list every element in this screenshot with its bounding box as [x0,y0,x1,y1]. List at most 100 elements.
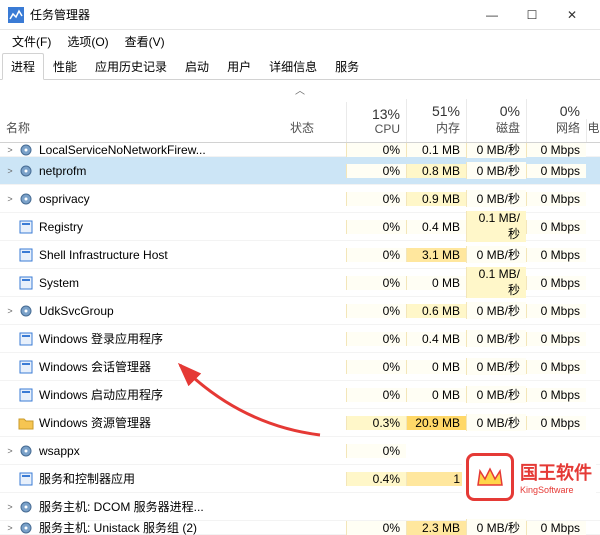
cpu-value: 0% [346,521,406,535]
cpu-value: 0% [346,276,406,290]
column-cpu[interactable]: 13% CPU [346,102,406,142]
table-row[interactable]: Windows 会话管理器0%0 MB0 MB/秒0 Mbps [0,353,600,381]
table-row[interactable]: >服务主机: Unistack 服务组 (2)0%2.3 MB0 MB/秒0 M… [0,521,600,535]
network-value: 0 Mbps [526,521,586,535]
expand-icon[interactable]: > [4,145,16,155]
process-icon [18,415,34,431]
memory-value: 20.9 MB [406,416,466,430]
table-row[interactable]: System0%0 MB0.1 MB/秒0 Mbps [0,269,600,297]
process-icon [18,443,34,459]
crown-icon [476,467,504,487]
tab-history[interactable]: 应用历史记录 [86,53,176,79]
disk-value: 0.1 MB/秒 [466,211,526,242]
table-row[interactable]: Windows 启动应用程序0%0 MB0 MB/秒0 Mbps [0,381,600,409]
column-header-row: 名称 状态 13% CPU 51% 内存 0% 磁盘 0% 网络 电 [0,99,600,143]
menu-options[interactable]: 选项(O) [63,31,112,52]
memory-label: 内存 [411,119,460,136]
process-name: 服务主机: DCOM 服务器进程... [39,498,204,515]
process-name: wsappx [39,444,80,458]
network-value: 0 Mbps [526,276,586,290]
process-name: Windows 启动应用程序 [39,386,163,403]
menubar: 文件(F) 选项(O) 查看(V) [0,30,600,52]
network-value: 0 Mbps [526,416,586,430]
window-title: 任务管理器 [30,6,472,23]
tab-processes[interactable]: 进程 [2,53,44,80]
process-name: Windows 会话管理器 [39,358,151,375]
column-memory[interactable]: 51% 内存 [406,99,466,142]
minimize-button[interactable]: — [472,1,512,29]
network-value: 0 Mbps [526,332,586,346]
disk-value: 0 MB/秒 [466,414,526,431]
process-name: 服务和控制器应用 [39,470,135,487]
watermark: 国王软件 KingSoftware [462,451,596,503]
network-value: 0 Mbps [526,304,586,318]
menu-file[interactable]: 文件(F) [8,31,55,52]
expand-icon[interactable]: > [4,194,16,204]
expand-icon[interactable]: > [4,306,16,316]
process-name: 服务主机: Unistack 服务组 (2) [39,519,197,535]
column-status[interactable]: 状态 [286,119,346,142]
memory-value: 0.6 MB [406,304,466,318]
disk-label: 磁盘 [471,119,520,136]
table-row[interactable]: Windows 登录应用程序0%0.4 MB0 MB/秒0 Mbps [0,325,600,353]
cpu-value: 0% [346,192,406,206]
process-icon [18,331,34,347]
network-value: 0 Mbps [526,192,586,206]
process-icon [18,275,34,291]
menu-view[interactable]: 查看(V) [121,31,169,52]
close-button[interactable]: ✕ [552,1,592,29]
tab-services[interactable]: 服务 [326,53,368,79]
tab-startup[interactable]: 启动 [176,53,218,79]
process-icon [18,191,34,207]
process-name: Registry [39,220,83,234]
memory-value: 0 MB [406,276,466,290]
process-name: Windows 登录应用程序 [39,330,163,347]
disk-value: 0 MB/秒 [466,143,526,158]
process-name: osprivacy [39,192,90,206]
table-row[interactable]: Windows 资源管理器0.3%20.9 MB0 MB/秒0 Mbps [0,409,600,437]
tab-performance[interactable]: 性能 [44,53,86,79]
expand-icon[interactable]: > [4,446,16,456]
expand-icon[interactable]: > [4,523,16,533]
process-icon [18,163,34,179]
memory-value: 1 [406,472,466,486]
process-icon [18,520,34,535]
process-icon [18,499,34,515]
tab-details[interactable]: 详细信息 [260,53,326,79]
cpu-value: 0% [346,360,406,374]
table-row[interactable]: >LocalServiceNoNetworkFirew...0%0.1 MB0 … [0,143,600,157]
disk-value: 0 MB/秒 [466,246,526,263]
column-disk[interactable]: 0% 磁盘 [466,99,526,142]
process-name: UdkSvcGroup [39,304,114,318]
disk-value: 0.1 MB/秒 [466,267,526,298]
disk-usage-pct: 0% [471,103,520,119]
tab-users[interactable]: 用户 [218,53,260,79]
watermark-text-cn: 国王软件 [520,459,592,485]
disk-value: 0 MB/秒 [466,190,526,207]
network-value: 0 Mbps [526,143,586,157]
expand-icon[interactable]: > [4,166,16,176]
titlebar: 任务管理器 — ☐ ✕ [0,0,600,30]
watermark-text-en: KingSoftware [520,485,574,495]
process-icon [18,471,34,487]
cpu-value: 0% [346,220,406,234]
column-name[interactable]: 名称 [0,119,286,142]
process-icon [18,359,34,375]
memory-value: 0.1 MB [406,143,466,157]
cpu-label: CPU [351,122,400,136]
table-row[interactable]: Registry0%0.4 MB0.1 MB/秒0 Mbps [0,213,600,241]
process-icon [18,387,34,403]
table-row[interactable]: >UdkSvcGroup0%0.6 MB0 MB/秒0 Mbps [0,297,600,325]
column-extra[interactable]: 电 [586,119,600,142]
table-row[interactable]: Shell Infrastructure Host0%3.1 MB0 MB/秒0… [0,241,600,269]
table-row[interactable]: >netprofm0%0.8 MB0 MB/秒0 Mbps [0,157,600,185]
network-value: 0 Mbps [526,388,586,402]
expand-icon[interactable]: > [4,502,16,512]
collapse-hint-icon[interactable]: ︿ [0,80,600,99]
maximize-button[interactable]: ☐ [512,1,552,29]
column-network[interactable]: 0% 网络 [526,99,586,142]
table-row[interactable]: >osprivacy0%0.9 MB0 MB/秒0 Mbps [0,185,600,213]
disk-value: 0 MB/秒 [466,302,526,319]
memory-value: 3.1 MB [406,248,466,262]
cpu-value: 0% [346,143,406,157]
